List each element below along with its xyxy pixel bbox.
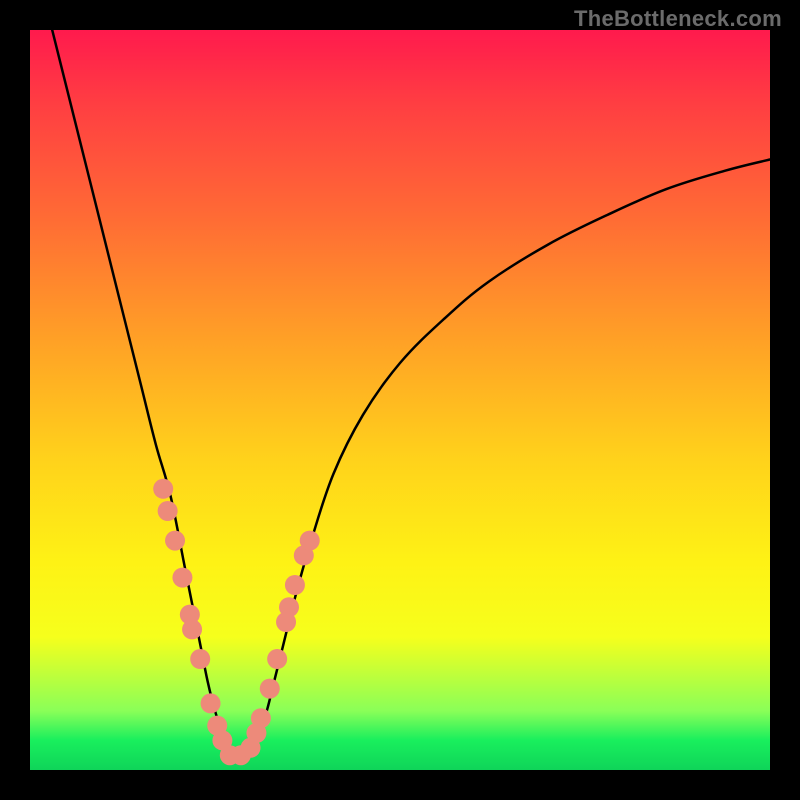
chart-svg — [30, 30, 770, 770]
data-point — [158, 501, 178, 521]
data-point — [285, 575, 305, 595]
data-point — [165, 531, 185, 551]
data-point — [182, 619, 202, 639]
curve-layer — [52, 30, 770, 756]
data-point — [279, 597, 299, 617]
data-point — [300, 531, 320, 551]
marker-layer — [153, 479, 320, 765]
plot-area — [30, 30, 770, 770]
data-point — [190, 649, 210, 669]
data-point — [201, 693, 221, 713]
data-point — [251, 708, 271, 728]
data-point — [153, 479, 173, 499]
chart-frame: TheBottleneck.com — [0, 0, 800, 800]
data-point — [172, 568, 192, 588]
data-point — [267, 649, 287, 669]
data-point — [260, 679, 280, 699]
watermark-label: TheBottleneck.com — [574, 6, 782, 32]
bottleneck-curve — [52, 30, 770, 756]
